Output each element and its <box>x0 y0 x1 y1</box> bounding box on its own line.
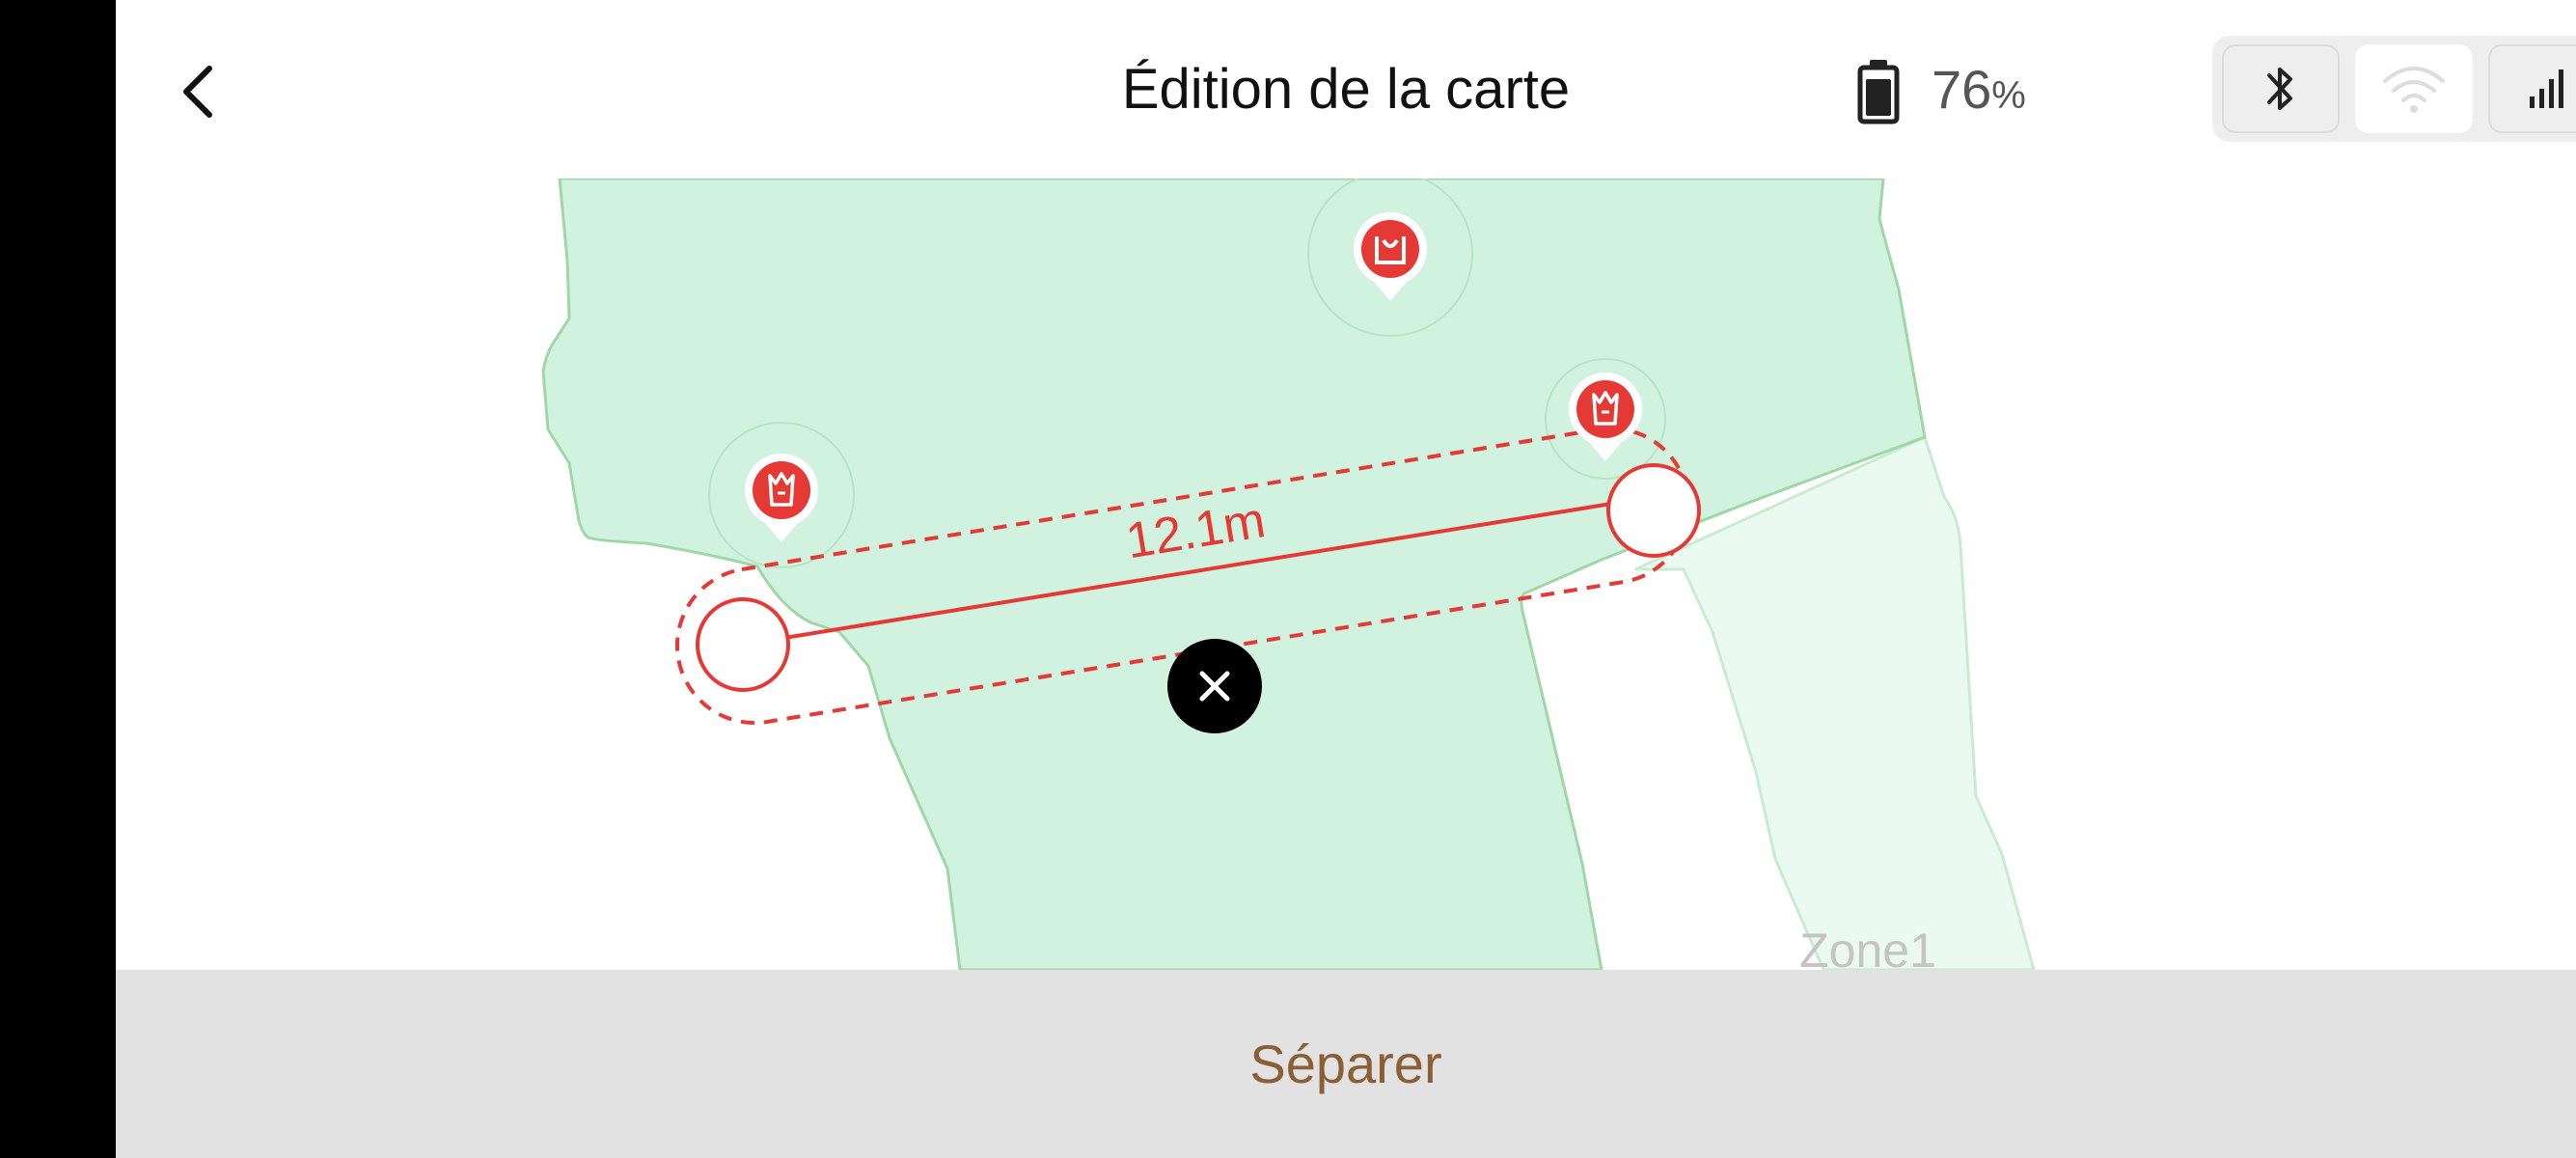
bluetooth-button[interactable] <box>2222 44 2340 133</box>
split-start-handle[interactable] <box>696 597 790 692</box>
back-button[interactable] <box>154 48 241 135</box>
split-button-label: Séparer <box>1249 1034 1442 1094</box>
split-end-handle[interactable] <box>1606 463 1701 558</box>
cellular-signal-icon <box>2530 69 2563 108</box>
connectivity-selector <box>2212 36 2576 142</box>
map-svg: 12.1m Zone1 <box>541 179 2036 970</box>
battery-percentage: 76% <box>1932 59 2026 120</box>
delete-line-button[interactable] <box>1167 639 1262 733</box>
battery-icon <box>1857 60 1900 124</box>
page-title: Édition de la carte <box>1121 58 1571 121</box>
bluetooth-icon <box>2267 68 2292 110</box>
cellular-button[interactable] <box>2488 44 2576 133</box>
wifi-icon <box>2383 67 2445 113</box>
wifi-button[interactable] <box>2355 44 2473 133</box>
header: Édition de la carte 76% <box>116 0 2576 179</box>
split-button[interactable]: Séparer <box>116 970 2576 1158</box>
left-black-bar <box>0 0 116 1158</box>
zone-label: Zone1 <box>1799 924 1936 970</box>
map-canvas[interactable]: 12.1m Zone1 <box>116 179 2576 970</box>
chevron-left-icon <box>183 66 212 118</box>
